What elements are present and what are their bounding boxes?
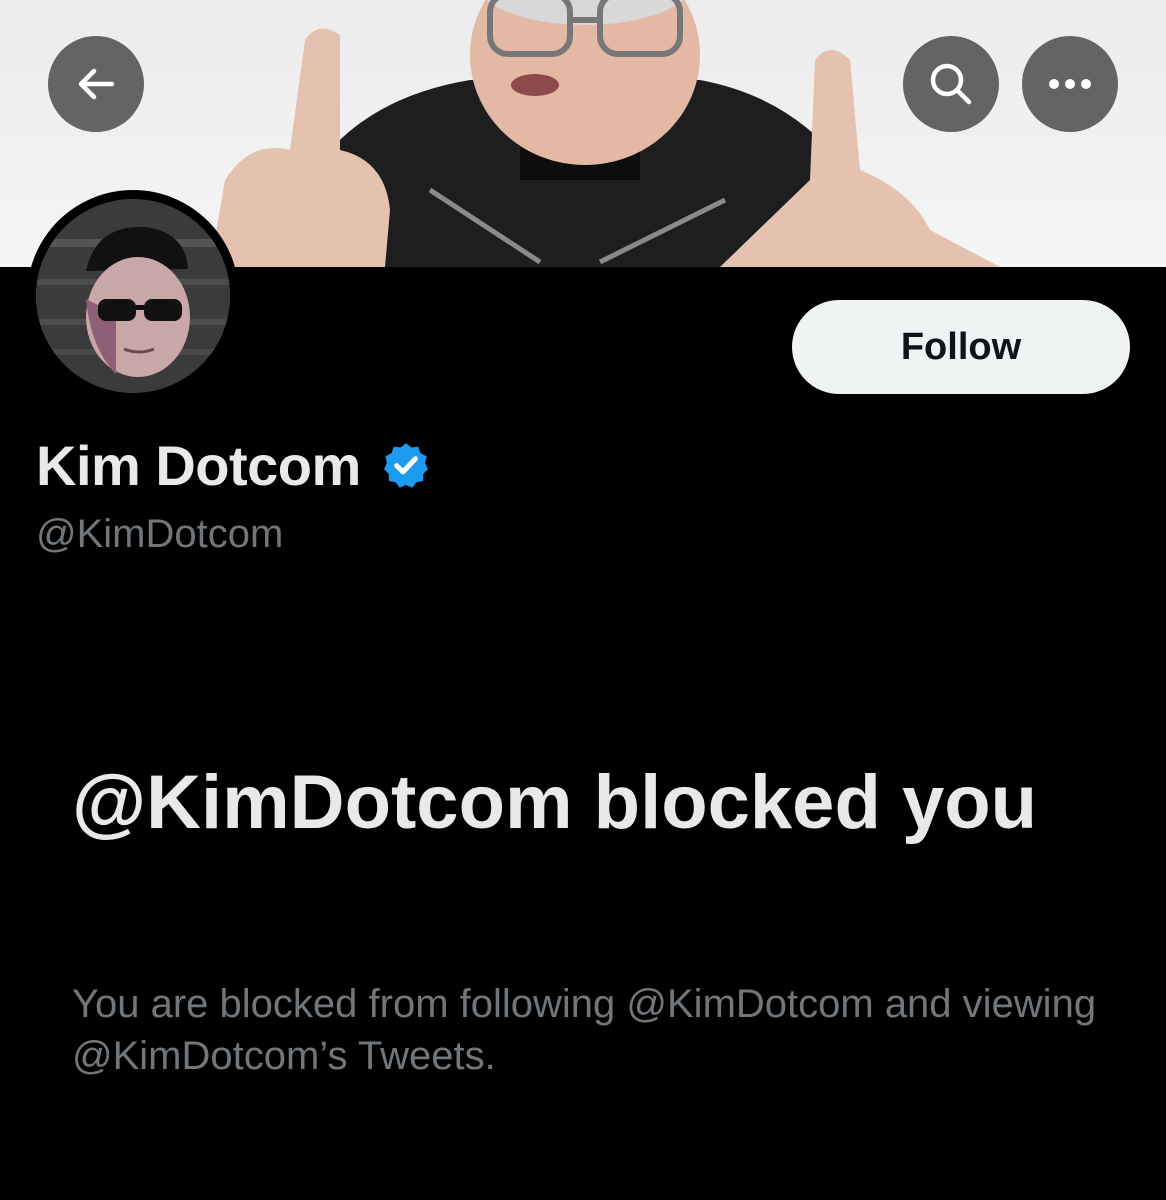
verified-badge-icon <box>383 443 428 488</box>
search-button[interactable] <box>903 36 999 132</box>
avatar-image <box>36 199 230 393</box>
more-horizontal-icon <box>1049 79 1091 89</box>
search-icon <box>930 63 972 105</box>
display-name: Kim Dotcom <box>36 433 361 497</box>
back-button[interactable] <box>48 36 144 132</box>
profile-name-row: Kim Dotcom <box>36 430 431 500</box>
follow-button[interactable]: Follow <box>792 300 1130 394</box>
arrow-left-icon <box>78 68 115 100</box>
more-options-button[interactable] <box>1022 36 1118 132</box>
profile-handle: @KimDotcom <box>36 512 284 556</box>
blocked-description: You are blocked from following @KimDotco… <box>72 982 1097 1078</box>
profile-avatar[interactable] <box>27 190 239 402</box>
blocked-title: @KimDotcom blocked you <box>72 760 1038 845</box>
